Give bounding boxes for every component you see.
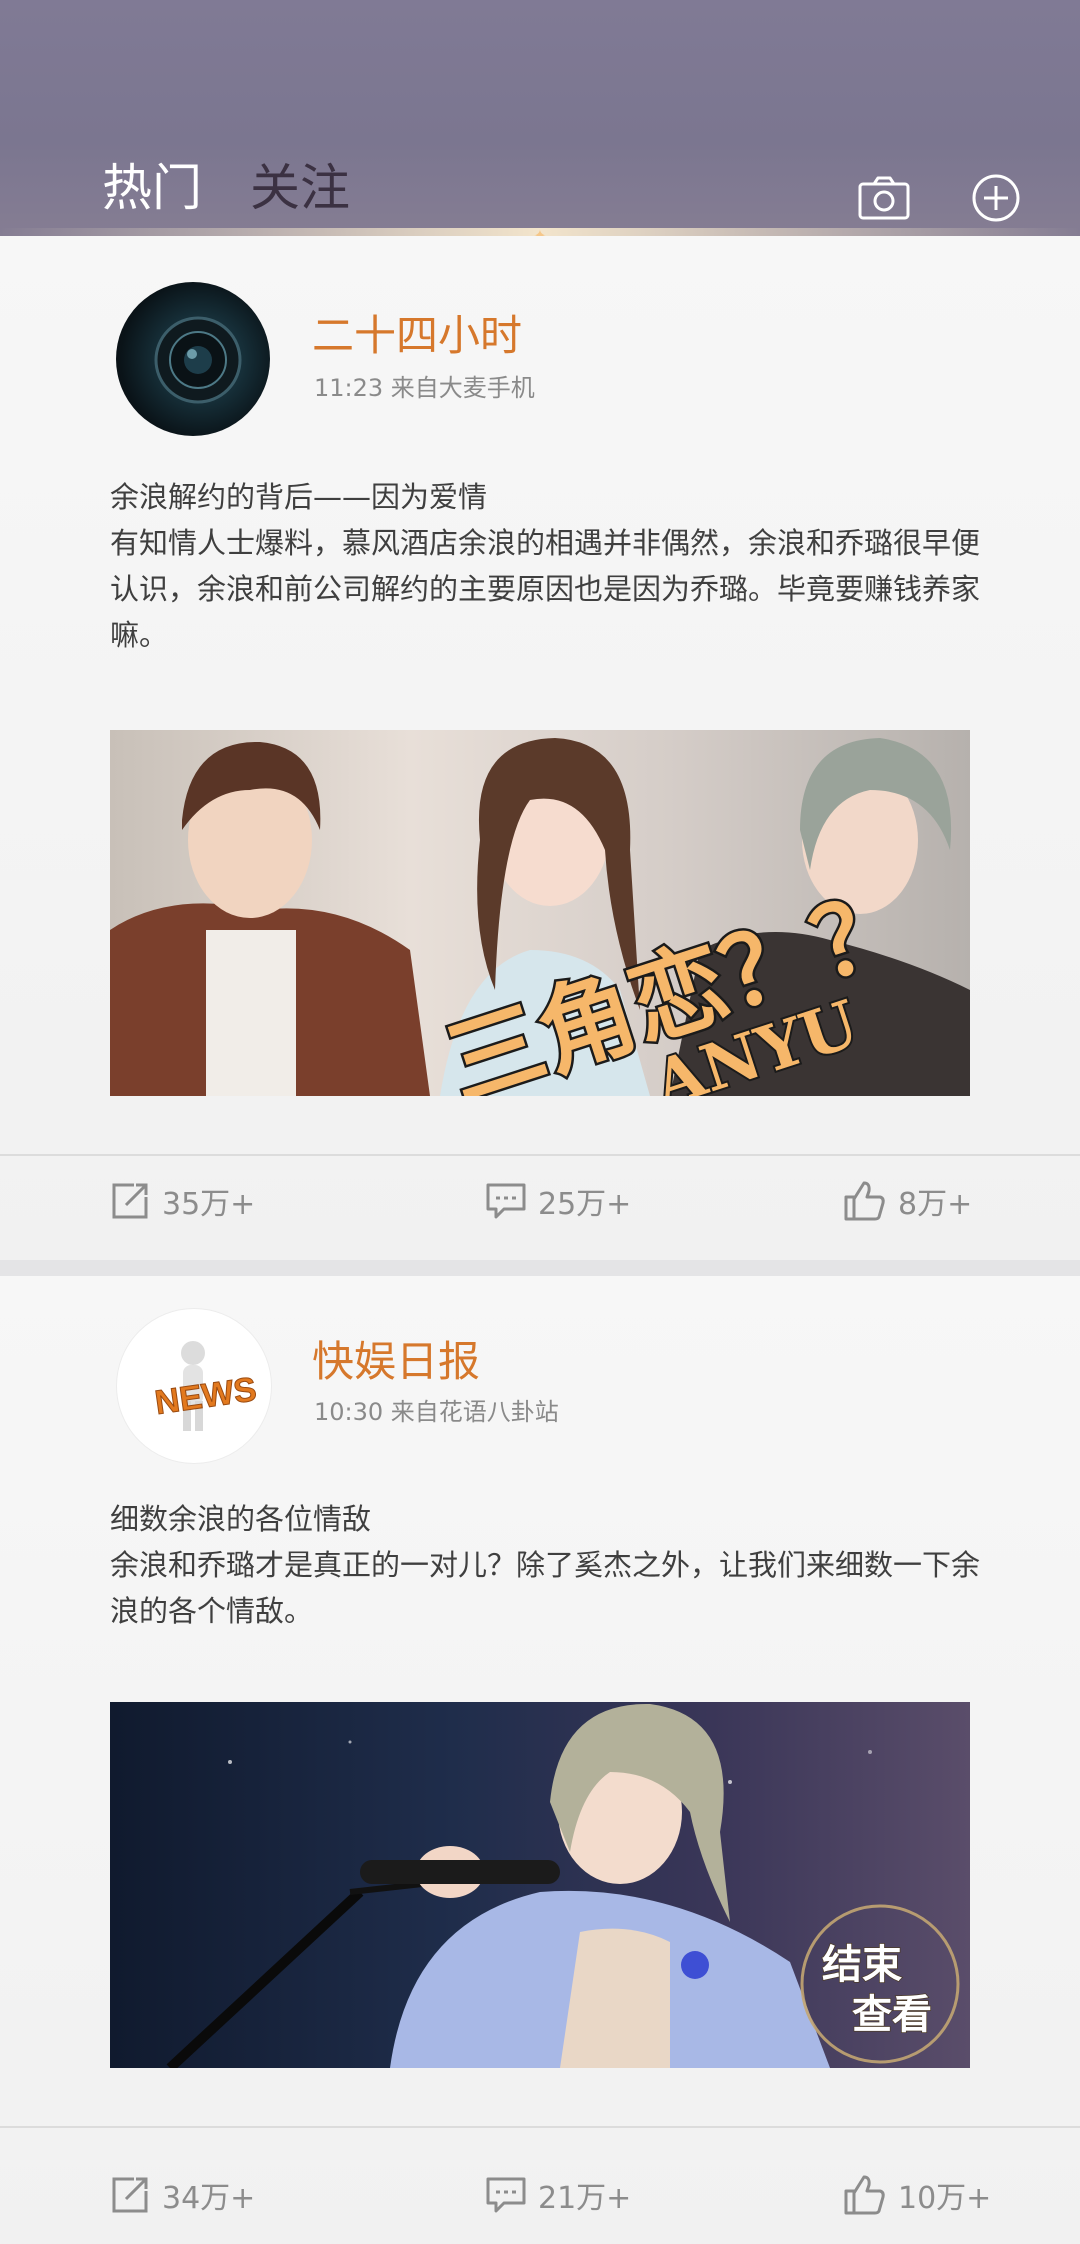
comment-count: 25万+ <box>538 1187 632 1222</box>
author-name[interactable]: 快娱日报 <box>312 1328 480 1389</box>
share-count: 34万+ <box>162 2181 256 2216</box>
divider <box>0 1154 1080 1156</box>
share-button[interactable]: 34万+ <box>108 2170 255 2220</box>
comment-count: 21万+ <box>538 2181 632 2216</box>
thumbs-up-icon <box>844 1181 885 1221</box>
divider <box>0 2126 1080 2128</box>
post-card: NEWS 快娱日报 10:30 来自花语八卦站 细数余浪的各位情敌 余浪和乔璐才… <box>0 1276 1080 2244</box>
avatar[interactable] <box>116 282 270 436</box>
like-button[interactable]: 10万+ <box>840 2170 991 2220</box>
post-text[interactable]: 细数余浪的各位情敌 余浪和乔璐才是真正的一对儿？除了奚杰之外，让我们来细数一下余… <box>110 1496 980 1634</box>
like-count: 8万+ <box>898 1187 973 1222</box>
post-meta: 10:30 来自花语八卦站 <box>314 1398 559 1426</box>
tab-hot[interactable]: 热门 <box>102 158 202 218</box>
share-count: 35万+ <box>162 1187 256 1222</box>
plus-circle-icon[interactable] <box>968 170 1024 226</box>
post-body: 有知情人士爆料，慕风酒店余浪的相遇并非偶然，余浪和乔璐很早便认识，余浪和前公司解… <box>110 526 981 652</box>
comment-button[interactable]: 25万+ <box>484 1176 631 1226</box>
thumbs-up-icon <box>844 2175 885 2215</box>
comment-icon <box>486 2177 526 2213</box>
share-icon <box>112 1183 148 1219</box>
comment-icon <box>486 1183 526 1219</box>
post-image[interactable]: 三角恋？？ ANYU <box>110 730 970 1096</box>
post-card: 二十四小时 11:23 来自大麦手机 余浪解约的背后——因为爱情 有知情人士爆料… <box>0 236 1080 1260</box>
like-button[interactable]: 8万+ <box>840 1176 972 1226</box>
post-text[interactable]: 余浪解约的背后——因为爱情 有知情人士爆料，慕风酒店余浪的相遇并非偶然，余浪和乔… <box>110 474 980 658</box>
share-button[interactable]: 35万+ <box>108 1176 255 1226</box>
camera-icon[interactable] <box>856 170 912 226</box>
stamp-line2: 查看 <box>852 1991 932 2038</box>
share-icon <box>112 2177 148 2213</box>
top-bar: 热门 关注 ✦ <box>0 0 1080 244</box>
avatar-text: NEWS <box>153 1370 259 1422</box>
tab-follow[interactable]: 关注 <box>250 158 350 218</box>
like-count: 10万+ <box>898 2181 992 2216</box>
stamp-line1: 结束 <box>822 1941 902 1988</box>
post-title: 余浪解约的背后——因为爱情 <box>110 480 488 514</box>
comment-button[interactable]: 21万+ <box>484 2170 631 2220</box>
post-image[interactable]: 结束 查看 <box>110 1702 970 2068</box>
post-title: 细数余浪的各位情敌 <box>110 1502 372 1536</box>
post-meta: 11:23 来自大麦手机 <box>314 374 535 402</box>
author-name[interactable]: 二十四小时 <box>312 302 522 363</box>
avatar[interactable]: NEWS <box>116 1308 272 1464</box>
post-body: 余浪和乔璐才是真正的一对儿？除了奚杰之外，让我们来细数一下余浪的各个情敌。 <box>110 1548 981 1628</box>
